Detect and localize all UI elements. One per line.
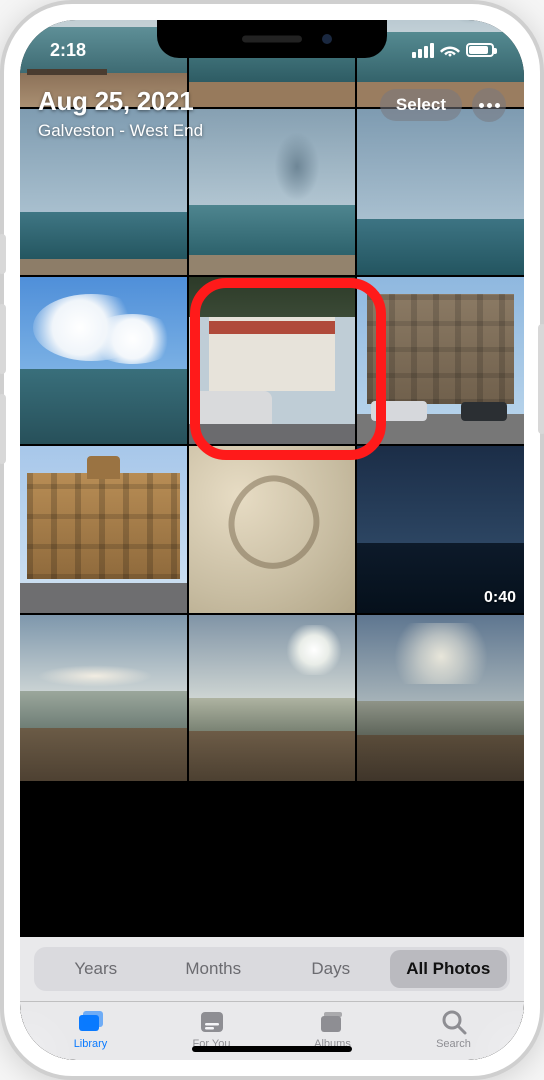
- photo-thumbnail[interactable]: [20, 615, 187, 782]
- photo-thumbnail[interactable]: [357, 615, 524, 782]
- tab-albums[interactable]: Albums: [293, 1008, 373, 1050]
- library-header: Aug 25, 2021 Galveston - West End Select: [20, 72, 524, 141]
- select-button[interactable]: Select: [380, 89, 462, 121]
- photo-thumbnail[interactable]: [20, 446, 187, 613]
- tab-foryou[interactable]: For You: [172, 1008, 252, 1050]
- segment-all-photos[interactable]: All Photos: [390, 950, 508, 988]
- video-thumbnail[interactable]: 0:40: [357, 446, 524, 613]
- view-segmented-control: Years Months Days All Photos: [34, 947, 510, 991]
- iphone-device-frame: 2:18 Aug 25, 2021 Galveston - West End S…: [0, 0, 544, 1080]
- photo-thumbnail[interactable]: [189, 446, 356, 613]
- header-location: Galveston - West End: [38, 121, 203, 141]
- library-icon: [76, 1008, 106, 1036]
- photo-thumbnail[interactable]: [20, 277, 187, 444]
- photo-thumbnail[interactable]: [189, 277, 356, 444]
- albums-icon: [318, 1008, 348, 1036]
- tab-label: Library: [74, 1038, 108, 1050]
- cellular-icon: [412, 43, 434, 58]
- tab-search[interactable]: Search: [414, 1008, 494, 1050]
- notch: [157, 20, 387, 58]
- status-time: 2:18: [50, 40, 86, 61]
- home-indicator[interactable]: [192, 1046, 352, 1052]
- screen: 2:18 Aug 25, 2021 Galveston - West End S…: [20, 20, 524, 1060]
- tab-bar: Library For You Albums: [20, 1001, 524, 1050]
- photo-thumbnail[interactable]: [357, 277, 524, 444]
- tab-label: Search: [436, 1038, 471, 1050]
- status-icons: [412, 43, 494, 58]
- wifi-icon: [440, 43, 460, 57]
- video-duration: 0:40: [484, 589, 516, 607]
- segment-years[interactable]: Years: [37, 950, 155, 988]
- foryou-icon: [197, 1008, 227, 1036]
- header-date: Aug 25, 2021: [38, 86, 203, 117]
- more-button[interactable]: [472, 88, 506, 122]
- tab-library[interactable]: Library: [51, 1008, 131, 1050]
- search-icon: [439, 1008, 469, 1036]
- bottom-chrome: Years Months Days All Photos Library: [20, 937, 524, 1060]
- segment-months[interactable]: Months: [155, 950, 273, 988]
- battery-icon: [466, 43, 494, 57]
- photo-thumbnail[interactable]: [189, 615, 356, 782]
- segment-days[interactable]: Days: [272, 950, 390, 988]
